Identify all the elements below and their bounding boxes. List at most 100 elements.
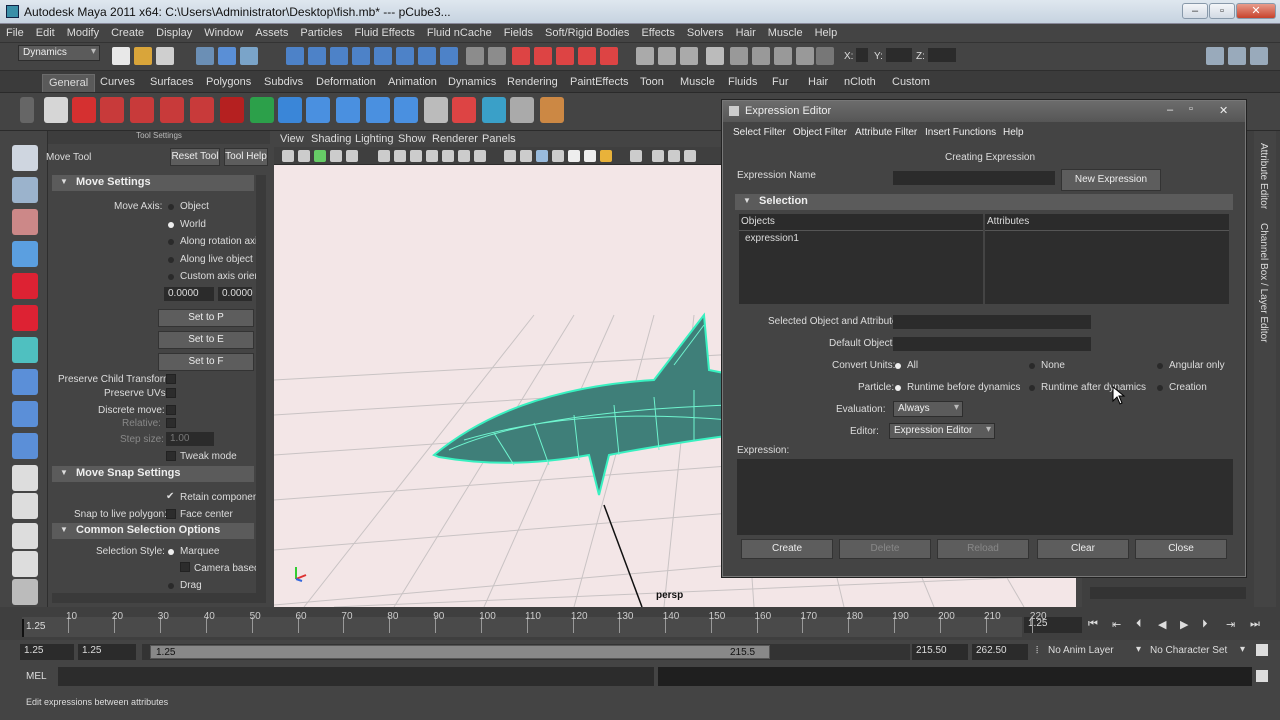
custom-axis-field-2[interactable]: 0.0000 xyxy=(218,287,253,301)
axis-rotation-radio[interactable] xyxy=(168,239,174,245)
close-button[interactable]: ✕ xyxy=(1236,3,1276,19)
shelf-tab-dynamics[interactable]: Dynamics xyxy=(442,74,502,92)
shelf-tab-custom[interactable]: Custom xyxy=(886,74,936,92)
ee-menu-help[interactable]: Help xyxy=(1003,127,1024,138)
xray-joints-icon[interactable] xyxy=(668,150,680,162)
select-tool-icon[interactable] xyxy=(12,145,38,171)
sidebar-icon[interactable] xyxy=(706,47,724,65)
minimize-button[interactable]: – xyxy=(1182,3,1208,19)
shadows-icon[interactable] xyxy=(584,150,596,162)
command-input[interactable] xyxy=(58,667,654,686)
objects-list[interactable]: Objects expression1 xyxy=(739,214,983,304)
camera-based-checkbox[interactable] xyxy=(180,562,190,572)
current-time-marker[interactable] xyxy=(22,619,24,637)
snap-grid-icon[interactable] xyxy=(286,47,304,65)
grid-icon[interactable] xyxy=(510,97,534,123)
marquee-radio[interactable] xyxy=(168,549,174,555)
menu-set-dropdown[interactable]: Dynamics xyxy=(18,45,100,61)
time-slider[interactable]: 1.25 1.25 ⏮ ⇤ ⏴ ◀ ▶ ⏵ ⇥ ⏭ xyxy=(0,607,1280,640)
panel-menu-renderer[interactable]: Renderer xyxy=(432,133,478,145)
objects-list-item[interactable]: expression1 xyxy=(745,233,799,244)
animation-start-field[interactable]: 1.25 xyxy=(20,644,74,660)
z-field[interactable] xyxy=(928,48,956,62)
transform-input-icon[interactable] xyxy=(816,47,834,65)
convert-all-radio[interactable] xyxy=(895,363,901,369)
tweak-mode-checkbox[interactable] xyxy=(166,451,176,461)
shelf-tab-surfaces[interactable]: Surfaces xyxy=(144,74,199,92)
panel-menu-view[interactable]: View xyxy=(280,133,304,145)
character-set-label[interactable]: No Character Set xyxy=(1150,645,1227,656)
layout-four-icon[interactable] xyxy=(12,493,38,519)
texture-icon[interactable] xyxy=(774,47,792,65)
bookmark-icon[interactable] xyxy=(314,150,326,162)
face-center-checkbox[interactable] xyxy=(166,509,176,519)
rigid-body-icon[interactable] xyxy=(250,97,274,123)
camera-icon[interactable] xyxy=(730,47,748,65)
ee-minimize-button[interactable]: – xyxy=(1167,104,1173,116)
show-manip-icon[interactable] xyxy=(12,401,38,427)
menu-window[interactable]: Window xyxy=(198,24,249,39)
shelf-tab-rendering[interactable]: Rendering xyxy=(501,74,564,92)
script-editor-icon[interactable] xyxy=(1256,670,1268,682)
field-icon[interactable] xyxy=(160,97,184,123)
tool-settings-scrollbar[interactable] xyxy=(256,175,266,593)
soft-mod-icon[interactable] xyxy=(12,369,38,395)
range-slider-handle[interactable] xyxy=(150,645,770,659)
light-icon[interactable] xyxy=(752,47,770,65)
shelf-tab-general[interactable]: General xyxy=(42,74,96,92)
wireframe-icon[interactable] xyxy=(504,150,516,162)
render-icon[interactable] xyxy=(466,47,484,65)
magnet-icon[interactable] xyxy=(600,47,618,65)
shelf-tab-fur[interactable]: Fur xyxy=(766,74,795,92)
shelf-tab-subdivs[interactable]: Subdivs xyxy=(258,74,309,92)
move-tool-icon[interactable] xyxy=(12,241,38,267)
menu-create[interactable]: Create xyxy=(105,24,150,39)
sphere-icon[interactable] xyxy=(278,97,302,123)
ee-menu-insert-functions[interactable]: Insert Functions xyxy=(925,127,996,138)
menu-display[interactable]: Display xyxy=(150,24,198,39)
menu-modify[interactable]: Modify xyxy=(61,24,105,39)
axis-object-radio[interactable] xyxy=(168,204,174,210)
runtime-before-radio[interactable] xyxy=(895,385,901,391)
shelf-tab-animation[interactable]: Animation xyxy=(382,74,443,92)
film-gate-icon[interactable] xyxy=(394,150,406,162)
plane-icon[interactable] xyxy=(394,97,418,123)
menu-solvers[interactable]: Solvers xyxy=(681,24,730,39)
maximize-button[interactable]: ▫ xyxy=(1209,3,1235,19)
axis-custom-radio[interactable] xyxy=(168,274,174,280)
shelf-tab-hair[interactable]: Hair xyxy=(802,74,834,92)
menu-file[interactable]: File xyxy=(0,24,30,39)
xray-icon[interactable] xyxy=(630,150,642,162)
animation-end-field[interactable]: 262.50 xyxy=(972,644,1028,660)
shelf-menu-icon[interactable] xyxy=(20,97,34,123)
ee-maximize-button[interactable]: ▫ xyxy=(1189,103,1193,115)
hypershade-icon[interactable] xyxy=(534,47,552,65)
help-icon[interactable] xyxy=(72,97,96,123)
layout-persp-outliner-icon[interactable] xyxy=(12,523,38,549)
command-language-label[interactable]: MEL xyxy=(26,671,47,682)
axis-live-object-radio[interactable] xyxy=(168,257,174,263)
create-button[interactable]: Create xyxy=(741,539,833,559)
fish-mesh[interactable] xyxy=(432,312,735,496)
step-forward-frame-icon[interactable]: ⏵ xyxy=(1202,618,1208,631)
layout-single-icon[interactable] xyxy=(12,465,38,491)
render-shelf-icon[interactable] xyxy=(482,97,506,123)
select-hierarchy-icon[interactable] xyxy=(196,47,214,65)
step-size-field[interactable]: 1.00 xyxy=(166,432,214,446)
history-icon[interactable] xyxy=(396,47,414,65)
step-forward-key-icon[interactable]: ⇥ xyxy=(1226,618,1235,631)
play-backwards-icon[interactable]: ◀ xyxy=(1158,618,1166,631)
panel-menu-lighting[interactable]: Lighting xyxy=(355,133,394,145)
attribute-editor-tab[interactable]: Attribute Editor xyxy=(1258,143,1269,209)
tool-settings-toggle-icon[interactable] xyxy=(1228,47,1246,65)
render-view-icon[interactable] xyxy=(556,47,574,65)
relative-checkbox[interactable] xyxy=(166,418,176,428)
playback-start-field[interactable]: 1.25 xyxy=(78,644,136,660)
channel-box-tab[interactable]: Channel Box / Layer Editor xyxy=(1258,223,1269,343)
textured-icon[interactable] xyxy=(552,150,564,162)
panel-menu-shading[interactable]: Shading xyxy=(311,133,351,145)
paint-select-tool-icon[interactable] xyxy=(12,209,38,235)
default-object-field[interactable] xyxy=(893,337,1091,351)
channel-box-toggle-icon[interactable] xyxy=(1250,47,1268,65)
last-tool-icon[interactable] xyxy=(12,433,38,459)
